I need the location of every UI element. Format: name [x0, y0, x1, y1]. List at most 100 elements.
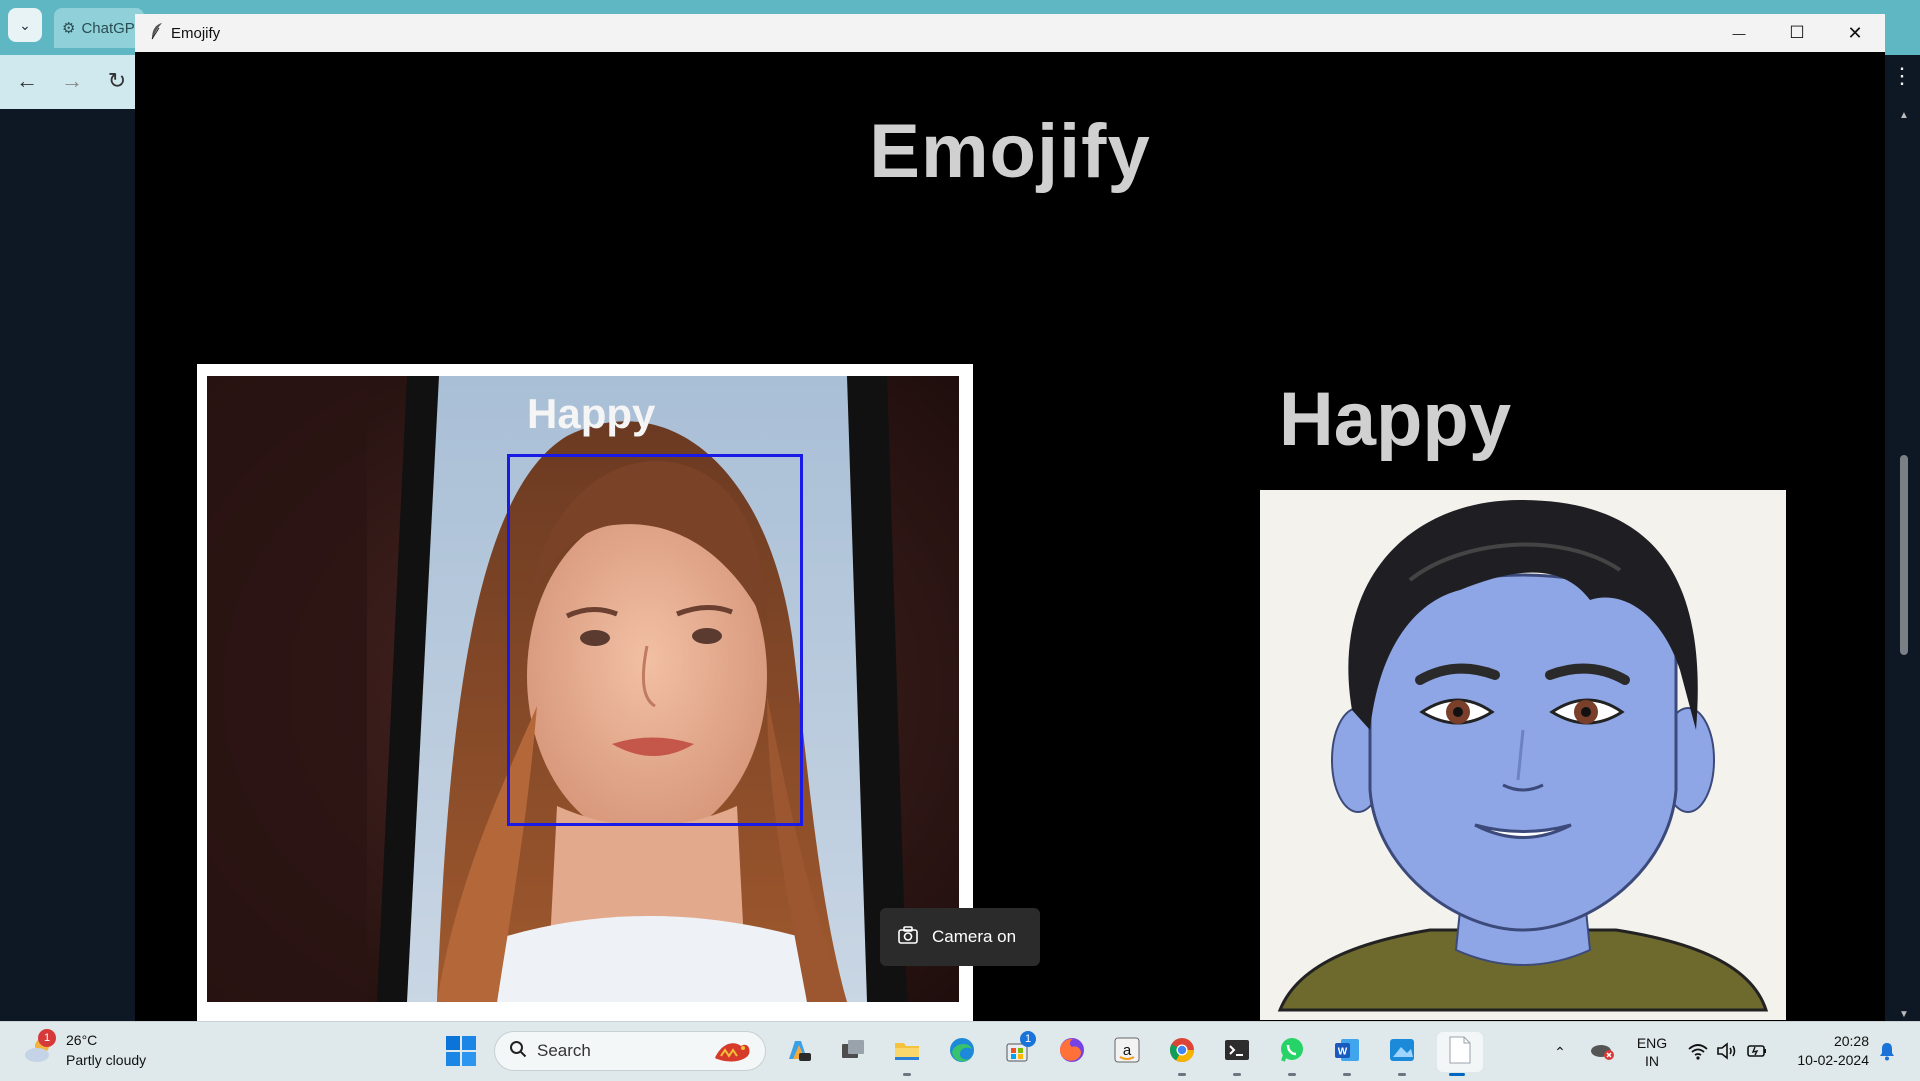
chevron-down-icon: ⌄ [19, 16, 31, 33]
back-button[interactable]: ← [10, 64, 44, 98]
maximize-button[interactable]: ☐ [1768, 14, 1826, 52]
folder-icon [892, 1035, 922, 1070]
bell-icon [1878, 1041, 1896, 1064]
emoji-avatar-image [1260, 490, 1786, 1020]
document-icon [1447, 1035, 1473, 1070]
clock-date: 10-02-2024 [1797, 1052, 1869, 1068]
speaker-icon [1716, 1041, 1738, 1063]
taskbar-edge[interactable] [942, 1032, 982, 1072]
weather-condition: Partly cloudy [66, 1052, 147, 1068]
window-title: Emojify [171, 24, 221, 42]
battery-charging-icon [1746, 1042, 1768, 1063]
scroll-up-arrow-icon[interactable]: ▲ [1898, 110, 1910, 121]
clock-time: 20:28 [1833, 1033, 1869, 1049]
photos-icon [1387, 1035, 1417, 1070]
chrome-icon [1167, 1035, 1197, 1070]
taskbar-whatsapp[interactable] [1272, 1032, 1312, 1076]
region-code: IN [1645, 1053, 1659, 1069]
running-indicator [1398, 1073, 1406, 1076]
weather-badge: 1 [38, 1029, 56, 1047]
taskbar: 1 26°C Partly cloudy Search 1 a W ⌃ ENG … [0, 1021, 1920, 1081]
taskbar-copilot[interactable] [778, 1032, 818, 1072]
search-highlight-dragon-icon [711, 1036, 755, 1066]
store-icon: 1 [1002, 1030, 1036, 1070]
app-heading: Emojify [869, 109, 1151, 194]
browser-page-left [0, 109, 135, 1021]
svg-text:a: a [1123, 1042, 1132, 1059]
window-titlebar[interactable]: Emojify — ☐ ✕ [135, 14, 1885, 52]
running-indicator [1288, 1073, 1296, 1076]
tab-search-button[interactable]: ⌄ [8, 8, 42, 42]
chatgpt-icon: ⚙ [62, 20, 76, 37]
app-content: Emojify Happy Happy Camera on [135, 52, 1885, 1026]
kebab-menu-icon: ⋮ [1891, 63, 1913, 88]
volume-tray[interactable] [1713, 1032, 1741, 1072]
taskbar-search-box[interactable]: Search [494, 1031, 766, 1071]
search-icon [509, 1040, 527, 1063]
partly-cloudy-icon: 1 [22, 1029, 56, 1067]
feather-icon [143, 22, 171, 45]
running-indicator [1233, 1073, 1241, 1076]
taskbar-store[interactable]: 1 [997, 1030, 1037, 1072]
reload-icon: ↻ [107, 68, 127, 93]
running-indicator [1178, 1073, 1186, 1076]
taskbar-clock[interactable]: 20:28 10-02-2024 [1785, 1032, 1869, 1070]
store-badge: 1 [1020, 1030, 1036, 1047]
taskbar-firefox[interactable] [1052, 1032, 1092, 1072]
onedrive-tray[interactable] [1585, 1032, 1619, 1072]
minimize-icon: — [1732, 25, 1746, 41]
wifi-icon [1687, 1042, 1709, 1063]
chevron-up-icon: ⌃ [1554, 1043, 1566, 1060]
running-indicator [903, 1073, 911, 1076]
search-placeholder: Search [537, 1041, 591, 1060]
face-detection-box [507, 454, 803, 826]
task-view-icon [838, 1035, 868, 1070]
browser-menu-button[interactable]: ⋮ [1887, 63, 1917, 89]
language-indicator[interactable]: ENG IN [1632, 1034, 1672, 1070]
reload-button[interactable]: ↻ [100, 64, 134, 98]
copilot-icon [783, 1035, 813, 1070]
taskbar-emojify-app[interactable] [1437, 1032, 1483, 1076]
close-button[interactable]: ✕ [1826, 14, 1884, 52]
amazon-icon: a [1112, 1035, 1142, 1070]
start-button[interactable] [444, 1034, 478, 1068]
forward-arrow-icon: → [61, 68, 83, 93]
show-hidden-icons-button[interactable]: ⌃ [1545, 1032, 1575, 1072]
taskbar-chrome[interactable] [1162, 1032, 1202, 1076]
maximize-icon: ☐ [1789, 23, 1805, 42]
whatsapp-icon [1277, 1035, 1307, 1070]
back-arrow-icon: ← [16, 68, 38, 93]
camera-icon [898, 925, 918, 949]
firefox-icon [1057, 1035, 1087, 1070]
onedrive-error-icon [1589, 1041, 1615, 1064]
weather-widget[interactable]: 1 26°C Partly cloudy [22, 1029, 147, 1070]
taskbar-file-explorer[interactable] [887, 1032, 927, 1076]
running-indicator [1343, 1073, 1351, 1076]
terminal-icon [1222, 1035, 1252, 1070]
notifications-button[interactable] [1872, 1032, 1902, 1072]
forward-button[interactable]: → [55, 64, 89, 98]
camera-on-toast: Camera on [880, 908, 1040, 966]
weather-temperature: 26°C [66, 1032, 98, 1048]
svg-text:W: W [1338, 1046, 1348, 1057]
taskbar-word[interactable]: W [1327, 1032, 1367, 1076]
windows-logo-icon [446, 1036, 476, 1066]
face-emotion-label: Happy [527, 390, 656, 437]
page-scrollbar[interactable]: ▲ ▼ [1898, 110, 1910, 1020]
predicted-emotion-label: Happy [1278, 377, 1512, 462]
running-indicator [1449, 1073, 1465, 1076]
taskbar-terminal[interactable] [1217, 1032, 1257, 1076]
scrollbar-thumb[interactable] [1900, 455, 1908, 655]
close-icon: ✕ [1847, 22, 1863, 43]
language-code: ENG [1636, 1035, 1668, 1051]
taskbar-task-view[interactable] [833, 1032, 873, 1072]
taskbar-photos[interactable] [1382, 1032, 1422, 1076]
toast-text: Camera on [932, 927, 1017, 946]
wifi-tray[interactable] [1683, 1032, 1713, 1072]
browser-tab[interactable]: ⚙ ChatGPT [54, 8, 144, 48]
taskbar-amazon[interactable]: a [1107, 1032, 1147, 1072]
battery-tray[interactable] [1743, 1032, 1771, 1072]
emojify-window: Emojify — ☐ ✕ Emojify Happy Happy Camera… [135, 14, 1885, 1026]
scroll-down-arrow-icon[interactable]: ▼ [1898, 1009, 1910, 1020]
minimize-button[interactable]: — [1710, 14, 1768, 52]
